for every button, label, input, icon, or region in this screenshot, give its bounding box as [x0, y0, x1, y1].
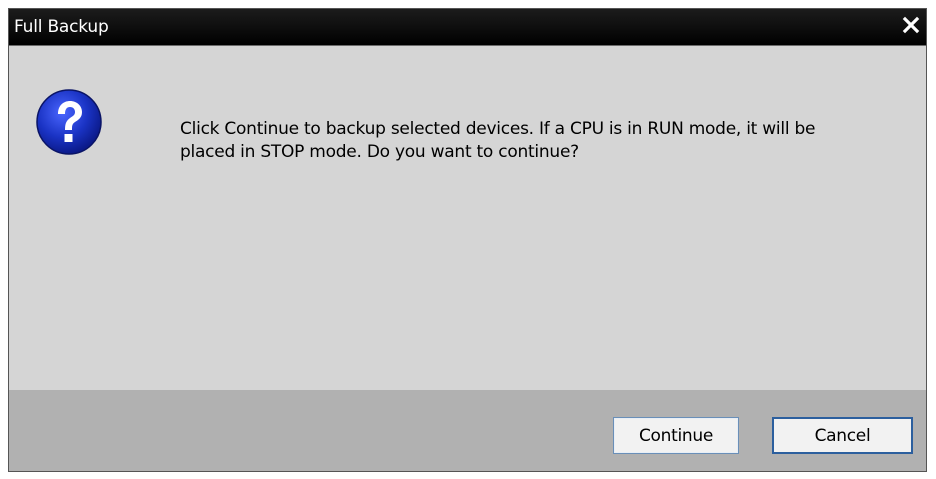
close-button[interactable]	[896, 11, 926, 41]
continue-button[interactable]: Continue	[613, 417, 739, 454]
cancel-button-label: Cancel	[814, 425, 871, 446]
message-line-1: Click Continue to backup selected device…	[180, 119, 816, 139]
cancel-button[interactable]: Cancel	[772, 417, 913, 454]
dialog-body: Click Continue to backup selected device…	[9, 46, 926, 390]
close-icon	[902, 16, 920, 34]
dialog-message: Click Continue to backup selected device…	[180, 118, 920, 164]
message-line-2: placed in STOP mode. Do you want to cont…	[180, 142, 579, 162]
title-bar[interactable]: Full Backup	[9, 9, 926, 46]
dialog-button-bar: Continue Cancel	[9, 390, 926, 471]
continue-button-label: Continue	[638, 425, 714, 446]
dialog-title: Full Backup	[14, 17, 109, 37]
question-icon	[35, 88, 103, 156]
full-backup-dialog: Full Backup Click Continue to backup sel…	[8, 8, 927, 472]
